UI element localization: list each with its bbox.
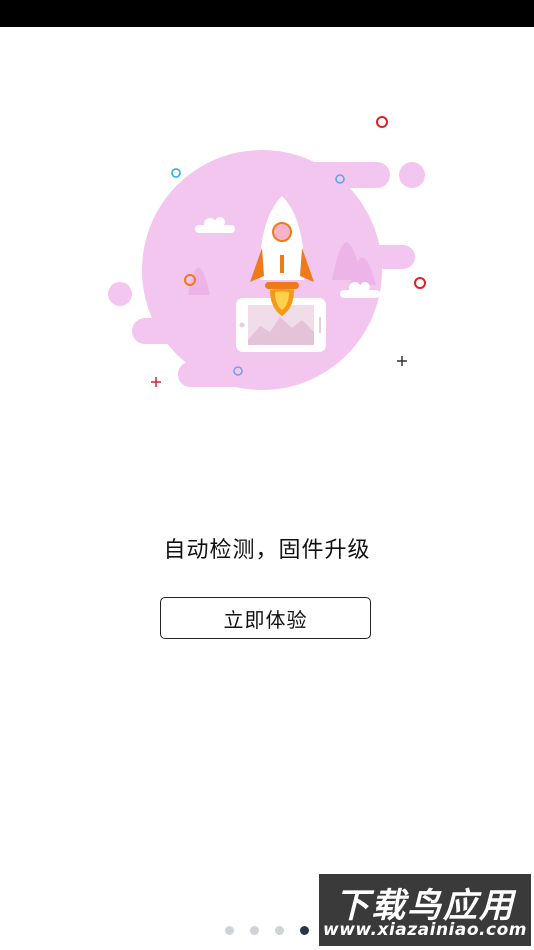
page-dot-3[interactable] xyxy=(275,925,284,935)
status-bar xyxy=(0,0,534,27)
page-indicator xyxy=(225,925,334,935)
page-dot-1[interactable] xyxy=(225,925,234,935)
watermark-url: www.xiazainiao.com xyxy=(323,920,527,940)
try-now-button[interactable]: 立即体验 xyxy=(160,597,371,639)
feature-headline: 自动检测，固件升级 xyxy=(163,538,371,563)
page-dot-4-active[interactable] xyxy=(300,925,309,935)
rocket-launch-illustration xyxy=(108,116,426,390)
page-dot-2[interactable] xyxy=(250,925,259,935)
site-watermark: 下载鸟应用 www.xiazainiao.com xyxy=(319,874,531,946)
